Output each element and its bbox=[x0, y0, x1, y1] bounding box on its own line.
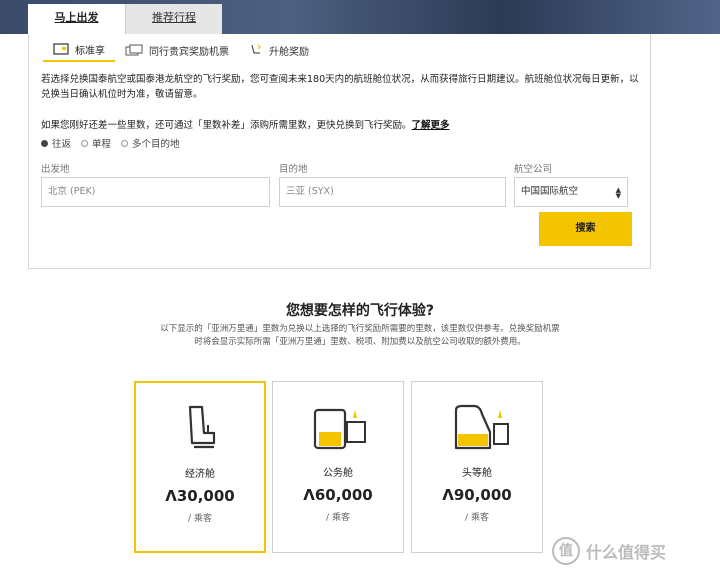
description-text: 若选择兑换国泰航空或国泰港龙航空的飞行奖励，您可查阅未来180天内的航班舱位状况… bbox=[41, 74, 639, 100]
radio-label: 往返 bbox=[52, 139, 72, 150]
cabin-card-first[interactable]: 头等舱 Λ90,000 / 乘客 bbox=[411, 381, 543, 553]
airline-label: 航空公司 bbox=[514, 164, 553, 175]
trip-type-radios: 往返 单程 多个目的地 bbox=[41, 136, 180, 150]
tab-depart-now[interactable]: 马上出发 bbox=[28, 4, 125, 34]
cabin-per-passenger: / 乘客 bbox=[188, 514, 212, 524]
origin-label: 出发地 bbox=[41, 164, 70, 175]
cabin-name: 头等舱 bbox=[462, 468, 492, 479]
card-icon bbox=[53, 43, 69, 55]
radio-dot bbox=[121, 139, 129, 147]
tip-text: 如果您刚好还差一些里数，还可通过「里数补差」添购所需里数，更快兑换到飞行奖励。 bbox=[41, 120, 412, 131]
subtab-companion[interactable]: 同行贵宾奖励机票 bbox=[115, 38, 239, 62]
subtab-standard[interactable]: 标准享 bbox=[43, 38, 115, 62]
top-up-tip: 如果您刚好还差一些里数，还可通过「里数补差」添购所需里数，更快兑换到飞行奖励。了… bbox=[41, 117, 450, 131]
cabin-name: 经济舱 bbox=[185, 469, 215, 480]
business-seat-icon bbox=[313, 408, 366, 450]
note-line: 以下显示的「亚洲万里通」里数为兑换以上选择的飞行奖励所需要的里数，该里数仅供参考… bbox=[160, 324, 560, 334]
cabin-card-economy[interactable]: 经济舱 Λ30,000 / 乘客 bbox=[134, 381, 266, 553]
radio-round-trip[interactable]: 往返 bbox=[41, 136, 71, 150]
first-class-seat-icon bbox=[454, 404, 509, 450]
radio-multi-city[interactable]: 多个目的地 bbox=[121, 136, 180, 150]
seat-upgrade-icon bbox=[251, 44, 261, 54]
radio-label: 多个目的地 bbox=[132, 139, 180, 150]
cabin-name: 公务舱 bbox=[323, 468, 353, 479]
watermark: 值 什么值得买 bbox=[552, 537, 666, 565]
select-arrows-icon: ▲ ▼ bbox=[615, 186, 621, 200]
destination-field[interactable]: 三亚 (SYX) bbox=[279, 177, 506, 207]
radio-label: 单程 bbox=[92, 139, 112, 150]
learn-more-link[interactable]: 了解更多 bbox=[412, 120, 450, 131]
destination-label: 目的地 bbox=[279, 164, 308, 175]
sub-tabs: 标准享 同行贵宾奖励机票 升舱奖励 bbox=[43, 38, 319, 62]
tab-recommended-trips[interactable]: 推荐行程 bbox=[125, 4, 222, 34]
cabin-per-passenger: / 乘客 bbox=[326, 513, 350, 523]
cabin-miles: Λ90,000 bbox=[442, 486, 512, 504]
radio-dot bbox=[81, 139, 89, 147]
subtab-label: 同行贵宾奖励机票 bbox=[149, 46, 229, 58]
watermark-logo: 值 bbox=[552, 537, 580, 565]
section-note: 以下显示的「亚洲万里通」里数为兑换以上选择的飞行奖励所需要的里数，该里数仅供参考… bbox=[80, 323, 640, 349]
note-line: 时将会显示实际所需「亚洲万里通」里数、税项、附加费以及航空公司收取的额外费用。 bbox=[194, 337, 526, 347]
redeem-panel: 标准享 同行贵宾奖励机票 升舱奖励 若选择兑换国泰航空或国泰港龙航空的飞行奖励，… bbox=[28, 34, 651, 269]
tickets-icon bbox=[125, 44, 143, 56]
cabin-miles: Λ60,000 bbox=[303, 486, 373, 504]
search-button[interactable]: 搜索 bbox=[539, 212, 632, 246]
subtab-label: 升舱奖励 bbox=[269, 46, 309, 58]
watermark-text: 什么值得买 bbox=[586, 543, 667, 562]
cabin-card-business[interactable]: 公务舱 Λ60,000 / 乘客 bbox=[272, 381, 404, 553]
radio-dot bbox=[41, 139, 48, 147]
radio-one-way[interactable]: 单程 bbox=[81, 136, 111, 150]
cabin-per-passenger: / 乘客 bbox=[465, 513, 489, 523]
origin-field[interactable]: 北京 (PEK) bbox=[41, 177, 270, 207]
subtab-upgrade[interactable]: 升舱奖励 bbox=[239, 38, 319, 62]
airline-value: 中国国际航空 bbox=[521, 186, 579, 197]
cabin-miles: Λ30,000 bbox=[165, 487, 235, 505]
subtab-label: 标准享 bbox=[75, 45, 105, 57]
airline-select[interactable]: 中国国际航空 ▲ ▼ bbox=[514, 177, 628, 207]
section-title: 您想要怎样的飞行体验? bbox=[285, 303, 435, 319]
top-tabs: 马上出发 推荐行程 bbox=[28, 4, 222, 34]
economy-seat-icon bbox=[188, 405, 216, 449]
